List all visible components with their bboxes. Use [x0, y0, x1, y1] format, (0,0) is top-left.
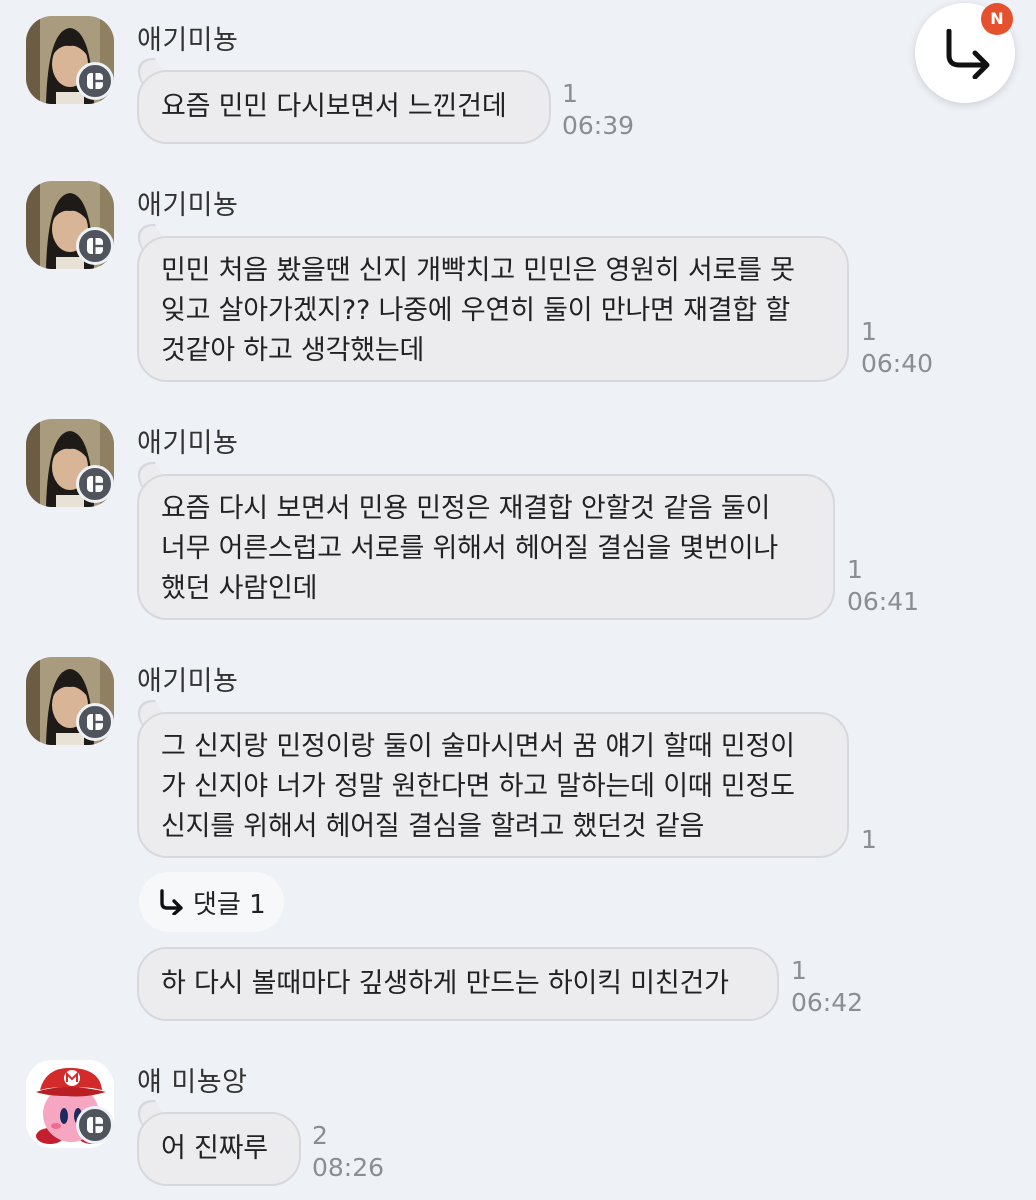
- message-bubble[interactable]: 요즘 다시 보면서 민용 민정은 재결합 안할것 같음 둘이 너무 어른스럽고 …: [137, 474, 835, 620]
- unread-count: 1: [562, 79, 578, 108]
- message-bubble[interactable]: 요즘 민민 다시보면서 느낀건데: [137, 70, 551, 144]
- profile-badge-icon: [76, 1106, 114, 1144]
- message-bubble[interactable]: 민민 처음 봤을땐 신지 개빡치고 민민은 영원히 서로를 못 잊고 살아가겠지…: [137, 236, 849, 382]
- unread-count: 2: [312, 1121, 328, 1150]
- sender-name: 얘 미뇽앙: [137, 1067, 248, 1098]
- message-time: 06:42: [791, 988, 864, 1017]
- unread-count: 1: [791, 956, 807, 985]
- message-text-line: 너무 어른스럽고 서로를 위해서 헤어질 결심을 몇번이나: [161, 533, 779, 564]
- message-text-line: 그 신지랑 민정이랑 둘이 술마시면서 꿈 얘기 할때 민정이: [161, 731, 795, 762]
- profile-badge-icon: [76, 465, 114, 503]
- profile-badge-icon: [76, 703, 114, 741]
- message-text: 하 다시 볼때마다 깊생하게 만드는 하이킥 미친건가: [161, 968, 729, 999]
- sender-name: 애기미뇽: [137, 428, 239, 459]
- reply-count-label: 댓글 1: [193, 889, 266, 920]
- reply-arrow-icon: [160, 889, 183, 915]
- message-time: 06:39: [562, 111, 635, 140]
- message-time: 06:40: [861, 349, 934, 378]
- message-meta: 1 06:41: [847, 554, 919, 618]
- message-meta: 2 08:26: [312, 1120, 384, 1184]
- message-meta: 1: [861, 824, 877, 856]
- profile-badge-icon: [76, 227, 114, 265]
- reply-thread-button[interactable]: 댓글 1: [139, 872, 284, 932]
- unread-count: 1: [861, 317, 877, 346]
- message-time: 08:26: [312, 1153, 385, 1182]
- message-text-line: 했던 사람인데: [161, 573, 318, 604]
- message-text-line: 것같아 하고 생각했는데: [161, 335, 425, 366]
- profile-badge-icon: [76, 62, 114, 100]
- unread-count: 1: [847, 555, 863, 584]
- message-text-line: 신지를 위해서 헤어질 결심을 할려고 했던것 같음: [161, 811, 705, 842]
- message-text-line: 요즘 다시 보면서 민용 민정은 재결합 안할것 같음 둘이: [161, 493, 771, 524]
- message-text-line: 가 신지야 너가 정말 원한다면 하고 말하는데 이때 민정도: [161, 771, 795, 802]
- message-text-line: 잊고 살아가겠지?? 나중에 우연히 둘이 만나면 재결합 할: [161, 295, 791, 326]
- sender-name: 애기미뇽: [137, 25, 239, 56]
- sender-name: 애기미뇽: [137, 666, 239, 697]
- message-meta: 1 06:42: [791, 955, 863, 1019]
- message-bubble[interactable]: 그 신지랑 민정이랑 둘이 술마시면서 꿈 얘기 할때 민정이 가 신지야 너가…: [137, 712, 849, 858]
- message-bubble[interactable]: 어 진짜루: [137, 1112, 301, 1186]
- reply-arrow-icon: [946, 29, 990, 79]
- message-text-line: 민민 처음 봤을땐 신지 개빡치고 민민은 영원히 서로를 못: [161, 255, 795, 286]
- message-text: 요즘 민민 다시보면서 느낀건데: [161, 91, 507, 122]
- message-text: 어 진짜루: [161, 1133, 268, 1164]
- message-meta: 1 06:40: [861, 316, 933, 380]
- unread-count: 1: [861, 825, 877, 854]
- new-badge: N: [981, 3, 1013, 35]
- sender-name: 애기미뇽: [137, 190, 239, 221]
- message-bubble[interactable]: 하 다시 볼때마다 깊생하게 만드는 하이킥 미친건가: [137, 947, 779, 1021]
- message-meta: 1 06:39: [562, 78, 634, 142]
- message-time: 06:41: [847, 587, 920, 616]
